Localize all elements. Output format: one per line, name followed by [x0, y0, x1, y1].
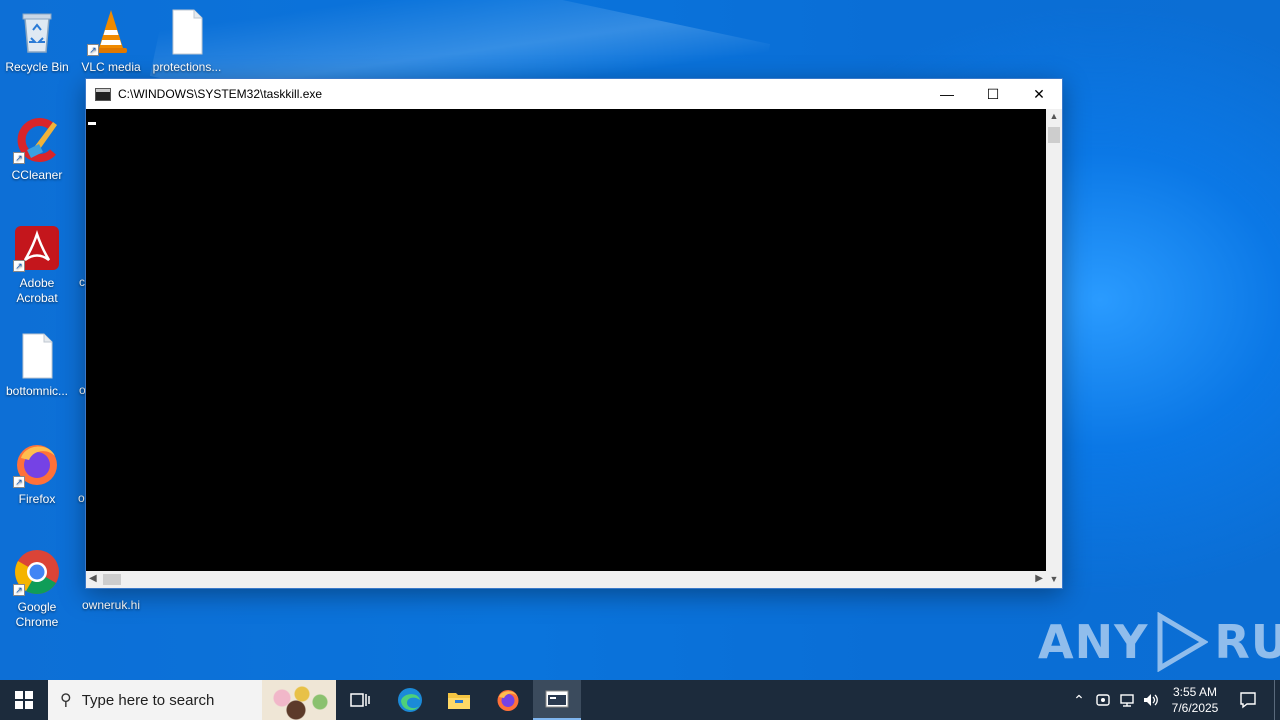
- maximize-icon: ☐: [986, 85, 1000, 102]
- shortcut-arrow-icon: ↗: [87, 44, 99, 56]
- console-output-area[interactable]: [86, 109, 1046, 572]
- minimize-button[interactable]: —: [924, 79, 970, 109]
- taskbar-firefox[interactable]: [484, 680, 532, 720]
- task-view-icon: [350, 693, 370, 707]
- chrome-icon: ↗: [13, 548, 61, 596]
- shortcut-arrow-icon: ↗: [13, 476, 25, 488]
- scroll-left-arrow-icon[interactable]: ◀: [89, 573, 97, 584]
- show-desktop-button[interactable]: [1274, 680, 1280, 720]
- taskbar-console-active[interactable]: [533, 680, 581, 720]
- close-icon: ✕: [1033, 85, 1045, 102]
- desktop-icon-label: bottomnic...: [5, 384, 69, 398]
- vertical-scroll-thumb[interactable]: [1048, 127, 1060, 143]
- taskbar-edge[interactable]: [386, 680, 434, 720]
- blank-file-icon: [163, 8, 211, 56]
- shortcut-arrow-icon: ↗: [13, 584, 25, 596]
- chevron-up-icon: ⌃: [1073, 691, 1085, 708]
- adobe-acrobat-icon: ↗: [13, 224, 61, 272]
- console-window[interactable]: C:\WINDOWS\SYSTEM32\taskkill.exe — ☐ ✕ ▲…: [85, 78, 1063, 589]
- action-center-button[interactable]: [1234, 680, 1262, 720]
- search-highlight-image: [262, 680, 336, 720]
- desktop-icon-firefox[interactable]: ↗ Firefox: [0, 440, 74, 507]
- tray-network[interactable]: [1116, 680, 1138, 720]
- firefox-icon: ↗: [13, 440, 61, 488]
- desktop-icon-label: Adobe Acrobat: [16, 276, 58, 305]
- blank-file-icon: [13, 332, 61, 380]
- anyrun-watermark: ANY RUN: [1038, 612, 1280, 672]
- volume-icon: [1144, 694, 1158, 706]
- tray-app-icon: [1096, 694, 1110, 706]
- shortcut-arrow-icon: ↗: [13, 152, 25, 164]
- scroll-right-arrow-icon[interactable]: ▶: [1035, 573, 1043, 584]
- search-icon: ⚲: [60, 692, 72, 709]
- desktop-icon-label: protections...: [152, 60, 222, 74]
- desktop-icon-bottomnic-file[interactable]: bottomnic...: [0, 332, 74, 399]
- desktop-icon-owneruk-file[interactable]: owneruk.hi: [74, 598, 148, 613]
- edge-icon: [398, 688, 422, 712]
- clock-date: 7/6/2025: [1171, 701, 1219, 715]
- horizontal-scrollbar[interactable]: ◀ ▶: [86, 571, 1046, 588]
- desktop-icon-label: CCleaner: [11, 168, 63, 182]
- scroll-down-arrow-icon[interactable]: ▼: [1046, 571, 1062, 588]
- desktop-icon-protections-file[interactable]: protections...: [150, 8, 224, 75]
- play-logo-icon: [1157, 612, 1209, 672]
- search-placeholder: Type here to search: [81, 691, 215, 709]
- shortcut-arrow-icon: ↗: [13, 260, 25, 272]
- desktop-icon-label: Firefox: [18, 492, 56, 506]
- tray-volume[interactable]: [1140, 680, 1162, 720]
- console-app-icon: [545, 690, 569, 708]
- desktop-icon-label: owneruk.hi: [81, 598, 141, 612]
- desktop-icon-recycle-bin[interactable]: Recycle Bin: [0, 8, 74, 75]
- maximize-button[interactable]: ☐: [970, 79, 1016, 109]
- taskbar: ⚲ Type here to search ⌃ 3:55 AM 7/6/2025: [0, 680, 1280, 720]
- desktop-icon-adobe-acrobat[interactable]: ↗ Adobe Acrobat: [0, 224, 74, 306]
- console-app-icon: [95, 87, 111, 101]
- firefox-icon: [497, 690, 519, 711]
- desktop-icon-label: VLC media: [81, 60, 141, 74]
- minimize-icon: —: [940, 86, 954, 102]
- vlc-cone-icon: ↗: [87, 8, 135, 56]
- notification-icon: [1240, 692, 1256, 709]
- taskbar-search-box[interactable]: ⚲ Type here to search: [48, 680, 336, 720]
- desktop-icon-label: Google Chrome: [15, 600, 59, 629]
- desktop-icon-google-chrome[interactable]: ↗ Google Chrome: [0, 548, 74, 630]
- partial-desktop-label: o: [78, 491, 85, 505]
- text-cursor: [88, 122, 96, 125]
- vertical-scrollbar[interactable]: ▲: [1046, 109, 1062, 572]
- watermark-text-left: ANY: [1038, 615, 1149, 669]
- network-icon: [1120, 694, 1134, 707]
- desktop-icon-label: Recycle Bin: [5, 60, 69, 74]
- window-title: C:\WINDOWS\SYSTEM32\taskkill.exe: [118, 87, 323, 101]
- task-view-button[interactable]: [336, 680, 384, 720]
- taskbar-clock[interactable]: 3:55 AM 7/6/2025: [1160, 680, 1230, 720]
- watermark-text-right: RUN: [1214, 615, 1280, 669]
- folder-icon: [448, 693, 470, 709]
- ccleaner-icon: ↗: [13, 116, 61, 164]
- taskbar-file-explorer[interactable]: [435, 680, 483, 720]
- windows-logo-icon: [15, 691, 33, 709]
- window-titlebar[interactable]: C:\WINDOWS\SYSTEM32\taskkill.exe — ☐ ✕: [86, 79, 1062, 109]
- horizontal-scroll-thumb[interactable]: [103, 574, 121, 585]
- show-hidden-icons-button[interactable]: ⌃: [1068, 680, 1090, 720]
- scroll-up-arrow-icon[interactable]: ▲: [1046, 111, 1062, 121]
- recycle-bin-icon: [13, 8, 61, 56]
- close-button[interactable]: ✕: [1016, 79, 1062, 109]
- start-button[interactable]: [0, 680, 48, 720]
- tray-meet-now[interactable]: [1092, 680, 1114, 720]
- desktop-icon-vlc[interactable]: ↗ VLC media: [74, 8, 148, 75]
- desktop-icon-ccleaner[interactable]: ↗ CCleaner: [0, 116, 74, 183]
- clock-time: 3:55 AM: [1172, 685, 1218, 699]
